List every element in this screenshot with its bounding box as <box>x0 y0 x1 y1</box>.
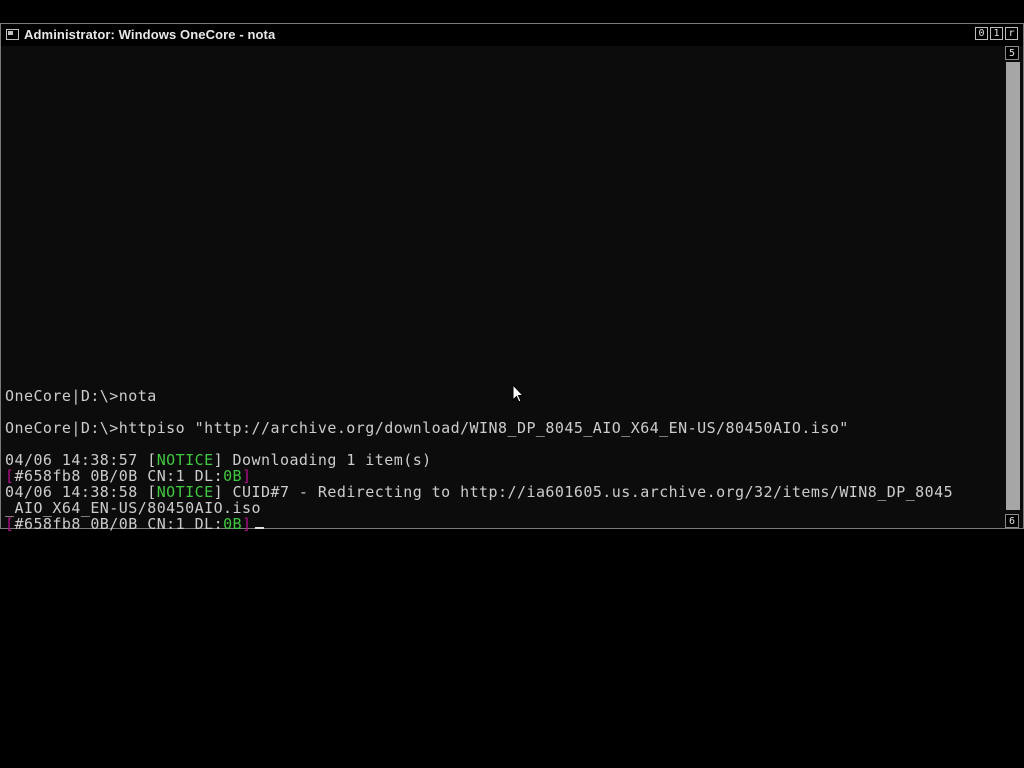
scroll-thumb[interactable] <box>1006 62 1020 510</box>
title-bar[interactable]: Administrator: Windows OneCore - nota 0 … <box>1 24 1023 46</box>
scroll-up-button[interactable]: 5 <box>1005 46 1019 60</box>
vertical-scrollbar[interactable]: 5 6 <box>1005 46 1021 528</box>
log-line-redirect: 04/06 14:38:58 [NOTICE] CUID#7 - Redirec… <box>5 484 953 500</box>
minimize-button[interactable]: 0 <box>975 27 988 40</box>
console-icon[interactable] <box>6 29 19 40</box>
log-line-download: 04/06 14:38:57 [NOTICE] Downloading 1 it… <box>5 452 432 468</box>
progress-text: #658fb8 0B/0B CN:1 DL: <box>14 515 224 533</box>
progress-line: [#658fb8 0B/0B CN:1 DL:0B] <box>5 516 264 532</box>
mouse-pointer-icon <box>512 384 524 403</box>
progress-line: [#658fb8 0B/0B CN:1 DL:0B] <box>5 468 252 484</box>
maximize-button[interactable]: 1 <box>990 27 1003 40</box>
log-message: ] CUID#7 - Redirecting to http://ia60160… <box>213 483 954 501</box>
progress-close-bracket: ] <box>242 515 252 533</box>
window-controls: 0 1 r <box>975 27 1018 40</box>
close-button[interactable]: r <box>1005 27 1018 40</box>
window-title: Administrator: Windows OneCore - nota <box>24 27 276 42</box>
command-line-nota: OneCore|D:\>nota <box>5 387 157 405</box>
console-window: Administrator: Windows OneCore - nota 0 … <box>0 23 1024 532</box>
terminal-output[interactable]: OneCore|D:\>nota OneCore|D:\>httpiso "ht… <box>3 46 1003 532</box>
progress-rate: 0B <box>223 515 243 533</box>
scroll-down-button[interactable]: 6 <box>1005 514 1019 528</box>
command-line-httpiso: OneCore|D:\>httpiso "http://archive.org/… <box>5 419 849 437</box>
log-line-redirect-cont: _AIO_X64_EN-US/80450AIO.iso <box>5 499 261 517</box>
text-cursor <box>254 527 264 529</box>
